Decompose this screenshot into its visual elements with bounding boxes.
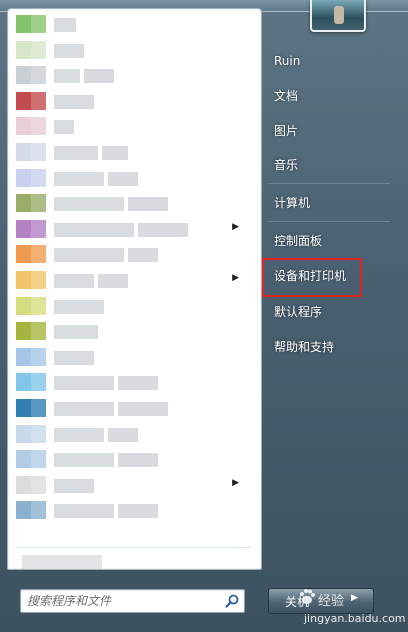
program-label-blurred <box>118 504 158 519</box>
program-icon <box>16 117 46 136</box>
program-item[interactable]: ▶ <box>16 269 253 291</box>
program-label-blurred <box>54 120 74 135</box>
program-item[interactable] <box>16 115 253 137</box>
program-label-blurred <box>128 197 168 212</box>
program-label-blurred <box>108 427 138 442</box>
program-icon <box>16 475 46 494</box>
program-item[interactable] <box>16 39 253 61</box>
submenu-arrow-icon: ▶ <box>232 273 239 283</box>
program-label-blurred <box>118 402 168 416</box>
program-label-blurred <box>54 18 76 32</box>
program-label-blurred <box>54 350 94 365</box>
program-label-blurred <box>54 146 98 160</box>
program-item[interactable] <box>16 192 253 214</box>
program-label-blurred <box>54 453 114 468</box>
program-item[interactable] <box>16 141 253 163</box>
programs-separator <box>18 547 251 548</box>
shutdown-options-icon[interactable]: ▶ <box>351 593 358 603</box>
program-icon <box>16 91 46 110</box>
program-label-blurred <box>54 402 114 416</box>
program-item[interactable] <box>16 397 253 419</box>
program-item[interactable] <box>16 13 253 35</box>
search-box[interactable] <box>20 589 245 613</box>
program-item[interactable] <box>16 346 253 368</box>
program-label-blurred <box>54 478 94 493</box>
computer-link[interactable]: 计算机 <box>266 189 396 217</box>
program-item[interactable] <box>16 167 253 189</box>
programs-panel: ▶ ▶ ▶ <box>7 8 262 570</box>
music-link[interactable]: 音乐 <box>266 151 396 179</box>
right-separator <box>268 221 390 222</box>
program-icon <box>16 373 46 392</box>
program-icon <box>16 296 46 315</box>
user-folder-link[interactable]: Ruin <box>266 47 396 75</box>
program-label-blurred <box>84 69 114 84</box>
help-support-link[interactable]: 帮助和支持 <box>266 333 396 361</box>
highlight-box <box>262 258 362 297</box>
program-icon <box>16 322 46 341</box>
default-programs-link[interactable]: 默认程序 <box>266 298 396 326</box>
program-label-blurred <box>54 171 104 186</box>
program-label-blurred <box>54 43 84 58</box>
program-label-blurred <box>118 376 158 391</box>
program-item[interactable] <box>16 499 253 521</box>
program-label-blurred <box>54 69 80 84</box>
program-item[interactable] <box>16 320 253 342</box>
program-label-blurred <box>54 274 94 288</box>
program-item[interactable] <box>16 371 253 393</box>
program-icon <box>16 194 46 213</box>
user-avatar[interactable] <box>310 0 366 32</box>
program-label-blurred <box>108 171 138 186</box>
program-label-blurred <box>54 197 124 212</box>
program-label-blurred <box>128 248 158 263</box>
program-label-blurred <box>102 146 128 160</box>
all-programs-link[interactable] <box>22 555 102 569</box>
program-label-blurred <box>54 222 134 237</box>
program-icon <box>16 15 46 33</box>
search-input[interactable] <box>27 592 217 610</box>
program-item[interactable] <box>16 64 253 86</box>
program-icon <box>16 399 46 417</box>
program-label-blurred <box>54 299 104 314</box>
program-label-blurred <box>54 376 114 391</box>
program-label-blurred <box>54 248 124 263</box>
documents-link[interactable]: 文档 <box>266 82 396 110</box>
program-icon <box>16 40 46 59</box>
program-item[interactable] <box>16 423 253 445</box>
program-item[interactable]: ▶ <box>16 474 253 496</box>
program-item[interactable] <box>16 295 253 317</box>
control-panel-link[interactable]: 控制面板 <box>266 227 396 255</box>
program-icon <box>16 168 46 187</box>
program-icon <box>16 347 46 366</box>
program-label-blurred <box>54 427 104 442</box>
program-item[interactable] <box>16 90 253 112</box>
program-label-blurred <box>118 453 158 468</box>
program-label-blurred <box>98 274 128 288</box>
program-icon <box>16 66 46 85</box>
program-label-blurred <box>54 504 114 519</box>
search-icon[interactable] <box>224 593 240 609</box>
program-label-blurred <box>138 222 188 237</box>
watermark-text: 经验 <box>318 594 345 609</box>
watermark-url: jingyan.baidu.com <box>304 612 406 625</box>
baidu-paw-icon <box>300 589 315 604</box>
program-icon <box>16 271 46 289</box>
submenu-arrow-icon: ▶ <box>232 477 239 488</box>
program-item[interactable] <box>16 448 253 470</box>
program-label-blurred <box>54 325 98 340</box>
program-icon <box>16 450 46 469</box>
program-icon <box>16 424 46 443</box>
pictures-link[interactable]: 图片 <box>266 117 396 145</box>
submenu-arrow-icon: ▶ <box>232 221 239 232</box>
program-icon <box>16 501 46 520</box>
program-item[interactable] <box>16 243 253 265</box>
program-icon <box>16 245 46 264</box>
program-icon <box>16 219 46 238</box>
program-icon <box>16 143 46 161</box>
program-item[interactable]: ▶ <box>16 218 253 240</box>
program-label-blurred <box>54 94 94 109</box>
right-separator <box>268 183 390 184</box>
